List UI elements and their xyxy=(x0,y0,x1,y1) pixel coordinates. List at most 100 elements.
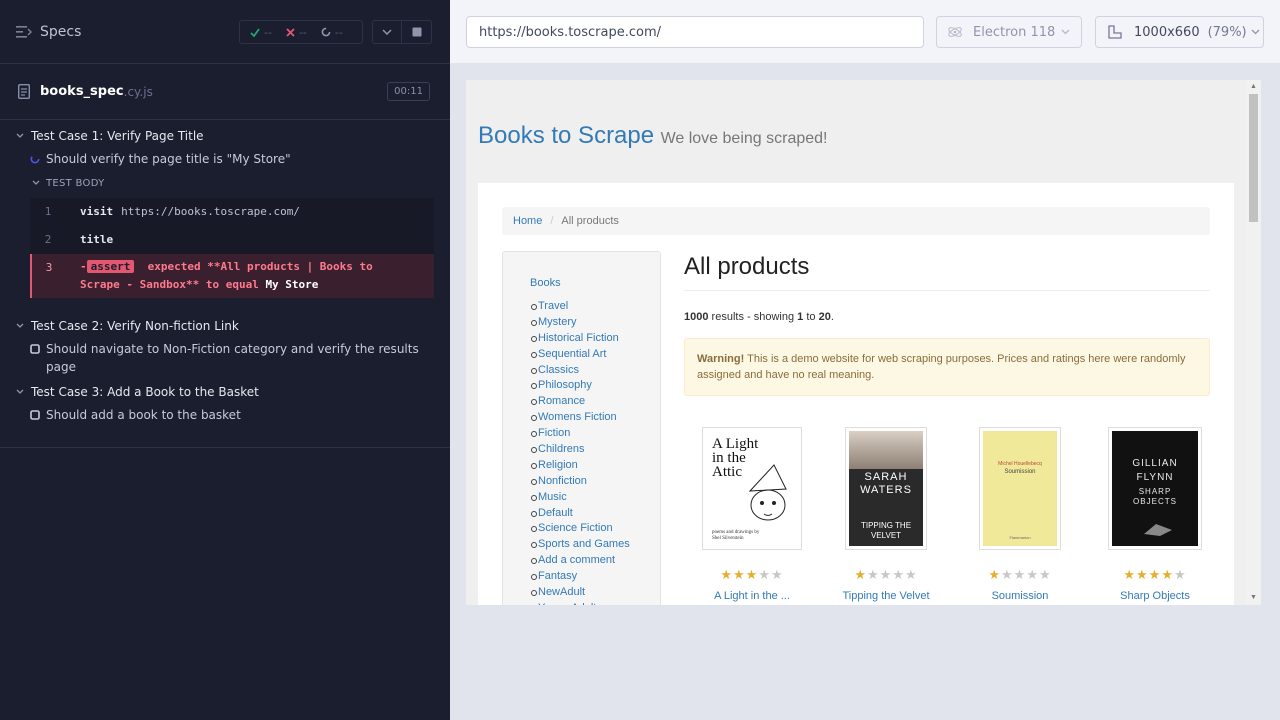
menu-icon[interactable] xyxy=(16,25,32,39)
star-filled-icon: ★ xyxy=(854,567,868,582)
command-visit[interactable]: 1 visit https://books.toscrape.com/ xyxy=(30,198,434,226)
chevron-down-icon xyxy=(32,180,40,185)
star-empty-icon: ★ xyxy=(904,567,918,582)
site-logo-link[interactable]: Books to Scrape xyxy=(478,122,654,149)
category-link[interactable]: Philosophy xyxy=(531,378,630,394)
star-empty-icon: ★ xyxy=(867,567,880,582)
test-1[interactable]: Should verify the page title is "My Stor… xyxy=(0,150,450,168)
specs-title[interactable]: Specs xyxy=(40,24,81,40)
results-text: results - showing xyxy=(711,311,795,323)
browser-selector[interactable]: Electron 118 xyxy=(936,16,1082,48)
cover-line: GILLIAN xyxy=(1132,458,1178,469)
category-link[interactable]: Young Adult xyxy=(538,601,630,605)
product-cover[interactable]: GILLIAN FLYNN SHARP OBJECTS xyxy=(1108,427,1202,550)
category-link[interactable]: Fiction xyxy=(531,426,630,442)
aut-toolbar: https://books.toscrape.com/ Electron 118… xyxy=(450,0,1280,64)
star-rating: ★★★★★ xyxy=(1095,567,1215,583)
test-2[interactable]: Should navigate to Non-Fiction category … xyxy=(0,340,450,376)
product-title-link[interactable]: Tipping the Velvet xyxy=(826,590,946,602)
pending-icon xyxy=(321,27,331,37)
category-link[interactable]: Add a comment xyxy=(531,553,630,569)
product-title-link[interactable]: A Light in the ... xyxy=(692,590,812,602)
viewport-selector[interactable]: 1000x660 (79%) xyxy=(1095,16,1264,48)
breadcrumb-separator: / xyxy=(550,215,554,227)
failed-count: -- xyxy=(298,25,307,39)
scroll-up-arrow-icon[interactable]: ▲ xyxy=(1249,83,1258,91)
category-link[interactable]: Womens Fiction xyxy=(531,410,630,426)
star-filled-icon: ★ xyxy=(1148,567,1162,582)
category-link[interactable]: Nonfiction xyxy=(531,474,630,490)
category-link[interactable]: NewAdult xyxy=(531,585,630,601)
chevron-down-icon xyxy=(1251,29,1260,35)
suite-1[interactable]: Test Case 1: Verify Page Title xyxy=(0,121,450,150)
breadcrumb: Home / All products xyxy=(502,207,1210,235)
warning-text: This is a demo website for web scraping … xyxy=(697,353,1186,381)
category-link[interactable]: Classics xyxy=(531,363,630,379)
product-card: GILLIAN FLYNN SHARP OBJECTS ★★★★★ Sharp … xyxy=(1095,427,1215,602)
pending-checkbox-icon xyxy=(30,344,40,354)
category-link[interactable]: Mystery xyxy=(531,315,630,331)
results-count: 1000 xyxy=(684,311,709,323)
category-link[interactable]: Romance xyxy=(531,394,630,410)
divider xyxy=(0,447,450,448)
spec-file-ext: .cy.js xyxy=(123,84,153,99)
star-rating: ★★★★★ xyxy=(692,567,812,583)
category-link[interactable]: Travel xyxy=(531,299,630,315)
page-container: Home / All products Books Travel Mystery H… xyxy=(478,183,1234,605)
spec-file-name: books_spec xyxy=(40,84,124,99)
ruler-icon xyxy=(1108,25,1122,39)
test-body-header[interactable]: TEST BODY xyxy=(0,171,450,195)
cover-line: SARAH xyxy=(864,471,908,483)
suite-1-title: Test Case 1: Verify Page Title xyxy=(31,128,204,143)
document-icon xyxy=(18,84,30,99)
warning-alert: Warning! This is a demo website for web … xyxy=(684,338,1210,396)
category-link[interactable]: Sports and Games xyxy=(531,537,630,553)
command-assert-failed[interactable]: 3 - assert expected **All products | Book… xyxy=(30,254,434,298)
url-bar[interactable]: https://books.toscrape.com/ xyxy=(466,16,924,48)
chevron-down-icon xyxy=(16,323,24,328)
category-link[interactable]: Science Fiction xyxy=(531,521,630,537)
scrollbar-thumb[interactable] xyxy=(1249,94,1258,222)
command-name: visit xyxy=(80,205,114,218)
category-link[interactable]: Music xyxy=(531,490,630,506)
expand-button[interactable] xyxy=(372,20,402,44)
test-3[interactable]: Should add a book to the basket xyxy=(0,406,450,424)
category-root-link[interactable]: Books xyxy=(530,277,561,289)
cover-illustration xyxy=(748,464,787,521)
category-link[interactable]: Default xyxy=(531,506,630,522)
cover-subtitle: TIPPING THE VELVET xyxy=(860,521,912,540)
spec-file-row[interactable]: books_spec .cy.js 00:11 xyxy=(0,64,450,120)
cover-line: Michel Houellebecq xyxy=(998,461,1042,467)
product-title-link[interactable]: Sharp Objects xyxy=(1095,590,1215,602)
product-card: Michel Houellebecq Soumission Flammarion… xyxy=(960,427,1080,602)
breadcrumb-home[interactable]: Home xyxy=(513,215,542,227)
suite-2-title: Test Case 2: Verify Non-fiction Link xyxy=(31,318,239,333)
stop-button[interactable] xyxy=(402,20,432,44)
chevron-down-icon xyxy=(1061,29,1070,35)
product-title-link[interactable]: Soumission xyxy=(960,590,1080,602)
star-empty-icon: ★ xyxy=(1026,567,1039,582)
suite-3[interactable]: Test Case 3: Add a Book to the Basket xyxy=(0,377,450,406)
product-grid: A Light in the Attic poems and drawings … xyxy=(684,427,1210,605)
scroll-down-arrow-icon[interactable]: ▼ xyxy=(1249,594,1258,602)
product-cover[interactable]: Michel Houellebecq Soumission Flammarion xyxy=(979,427,1061,550)
aut-scrollbar[interactable]: ▲ ▼ xyxy=(1246,80,1261,605)
product-card: SARAH WATERS TIPPING THE VELVET ★★★★★ Ti… xyxy=(826,427,946,602)
category-link[interactable]: Religion xyxy=(531,458,630,474)
command-title[interactable]: 2 title xyxy=(30,226,434,254)
results-summary: 1000 results - showing 1 to 20. xyxy=(684,311,1210,323)
category-link[interactable]: Historical Fiction xyxy=(531,331,630,347)
cover-line: A Light xyxy=(712,436,759,452)
category-link[interactable]: Fantasy xyxy=(531,569,630,585)
product-cover[interactable]: A Light in the Attic poems and drawings … xyxy=(702,427,802,550)
star-rating: ★★★★★ xyxy=(826,567,946,583)
suite-2[interactable]: Test Case 2: Verify Non-fiction Link xyxy=(0,311,450,340)
results-to-word: to xyxy=(806,311,816,323)
cover-line: Soumission xyxy=(1004,469,1036,475)
check-icon xyxy=(250,27,260,37)
pending-checkbox-icon xyxy=(30,410,40,420)
product-cover[interactable]: SARAH WATERS TIPPING THE VELVET xyxy=(845,427,927,550)
category-link[interactable]: Sequential Art xyxy=(531,347,630,363)
category-link[interactable]: Childrens xyxy=(531,442,630,458)
passed-count: -- xyxy=(264,25,272,39)
